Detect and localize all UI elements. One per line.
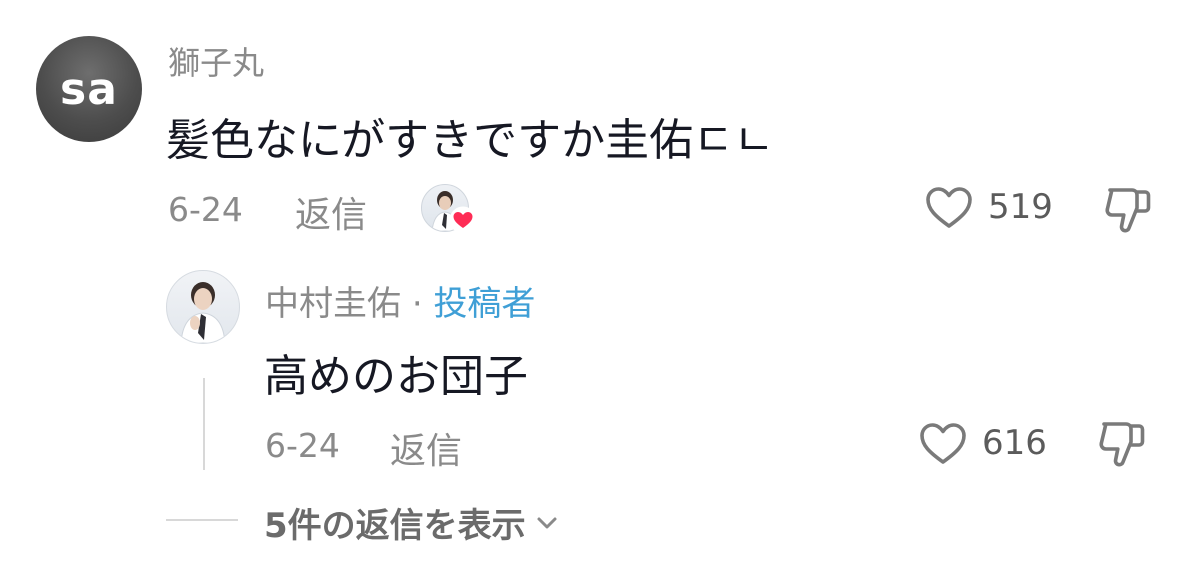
comment-reply-button[interactable]: 返信	[295, 186, 367, 238]
commenter-username[interactable]: 獅子丸	[168, 38, 264, 84]
thumbs-down-icon[interactable]	[1096, 418, 1150, 470]
reply-author-line: 中村圭佑 · 投稿者	[265, 276, 535, 325]
creator-badge: 投稿者	[433, 284, 536, 324]
creator-heart-badge-icon	[449, 206, 477, 234]
view-replies-label: 5件の返信を表示	[264, 506, 526, 546]
thumbs-down-icon[interactable]	[1102, 184, 1156, 236]
creator-avatar[interactable]	[166, 270, 240, 344]
reply-like-button[interactable]: 616	[918, 420, 1047, 466]
view-replies-button[interactable]: 5件の返信を表示	[264, 498, 560, 547]
avatar-initials: sa	[60, 63, 118, 115]
chevron-down-icon	[537, 517, 557, 528]
reply-username[interactable]: 中村圭佑	[265, 284, 401, 324]
creator-liked-indicator	[421, 184, 477, 236]
comment-section: sa 獅子丸 髪色なにがすきですか圭佑ㄷㄴ 6-24 返信 519 中村圭佑 ·…	[0, 0, 1200, 573]
view-replies-divider	[166, 519, 238, 521]
comment-like-button[interactable]: 519	[924, 184, 1053, 230]
heart-outline-icon	[920, 423, 966, 464]
reply-reply-button[interactable]: 返信	[390, 422, 462, 474]
comment-date: 6-24	[168, 190, 243, 229]
comment-like-count: 519	[988, 187, 1053, 227]
heart-outline-icon	[926, 187, 972, 228]
reply-separator: ·	[411, 284, 423, 324]
commenter-avatar[interactable]: sa	[36, 36, 142, 142]
thread-connector-line	[203, 378, 205, 470]
reply-text: 高めのお団子	[264, 351, 528, 402]
comment-text: 髪色なにがすきですか圭佑ㄷㄴ	[166, 115, 775, 166]
reply-date: 6-24	[265, 426, 340, 465]
reply-like-count: 616	[982, 423, 1047, 463]
